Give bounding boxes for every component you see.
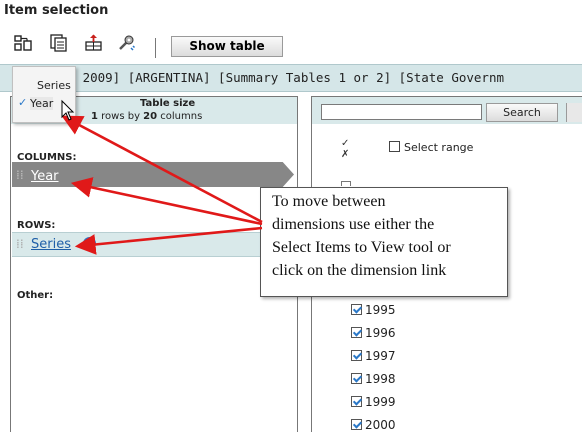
drag-handle-icon[interactable]: ⁞⁞	[16, 237, 24, 251]
dropdown-item-year[interactable]: Year	[30, 97, 54, 110]
arrange-icon[interactable]	[84, 34, 103, 52]
year-checkbox[interactable]	[351, 304, 362, 315]
drag-handle-icon[interactable]: ⁞⁞	[16, 168, 24, 182]
callout-line: To move between	[272, 193, 386, 210]
list-item[interactable]: 1997	[351, 349, 396, 363]
year-checkbox[interactable]	[351, 419, 362, 430]
annotation-callout: To move between dimensions use either th…	[260, 187, 508, 297]
callout-line: dimensions use either the	[272, 216, 435, 233]
series-dimension-link[interactable]: Series	[31, 237, 71, 252]
dropdown-item-series[interactable]: Series	[37, 79, 71, 92]
dimension-dropdown-menu	[12, 66, 76, 123]
year-checkbox[interactable]	[351, 373, 362, 384]
info-icon[interactable]: i	[83, 237, 96, 250]
search-input[interactable]	[321, 104, 482, 120]
list-item[interactable]: 1995	[351, 303, 396, 317]
page-title: Item selection	[4, 3, 109, 18]
select-items-icon[interactable]	[50, 34, 69, 52]
select-range-checkbox[interactable]	[389, 141, 400, 152]
columns-label: COLUMNS:	[17, 152, 77, 163]
list-item[interactable]: 1998	[351, 372, 396, 386]
table-size-text: 1 rows by 20 columns	[91, 111, 203, 122]
select-range-label: Select range	[404, 141, 474, 154]
toolbar-divider	[155, 38, 156, 58]
layout-panel	[10, 96, 298, 432]
list-item[interactable]: 2000	[351, 418, 396, 432]
list-item[interactable]: 1999	[351, 395, 396, 409]
rows-label: ROWS:	[17, 220, 56, 231]
other-label: Other:	[17, 290, 54, 301]
list-item[interactable]: 1996	[351, 326, 396, 340]
year-checkbox[interactable]	[351, 327, 362, 338]
check-icon: ✓	[18, 96, 28, 109]
year-checkbox[interactable]	[351, 350, 362, 361]
show-table-button[interactable]: Show table	[171, 36, 283, 57]
list-checkbox-partial[interactable]	[341, 181, 351, 186]
table-size-title: Table size	[140, 98, 196, 109]
year-checkbox[interactable]	[351, 396, 362, 407]
callout-line: Select Items to View tool or	[272, 239, 451, 256]
callout-line: click on the dimension link	[272, 262, 447, 279]
select-all-icon[interactable]: ✓ ✗	[341, 138, 349, 160]
selection-path: ne 2009] [ARGENTINA] [Summary Tables 1 o…	[60, 70, 505, 85]
settings-icon[interactable]	[117, 34, 136, 52]
pivot-icon[interactable]	[14, 34, 33, 52]
search-button[interactable]: Search	[486, 103, 558, 122]
next-button[interactable]	[566, 103, 582, 122]
year-dimension-link[interactable]: Year	[31, 169, 59, 184]
